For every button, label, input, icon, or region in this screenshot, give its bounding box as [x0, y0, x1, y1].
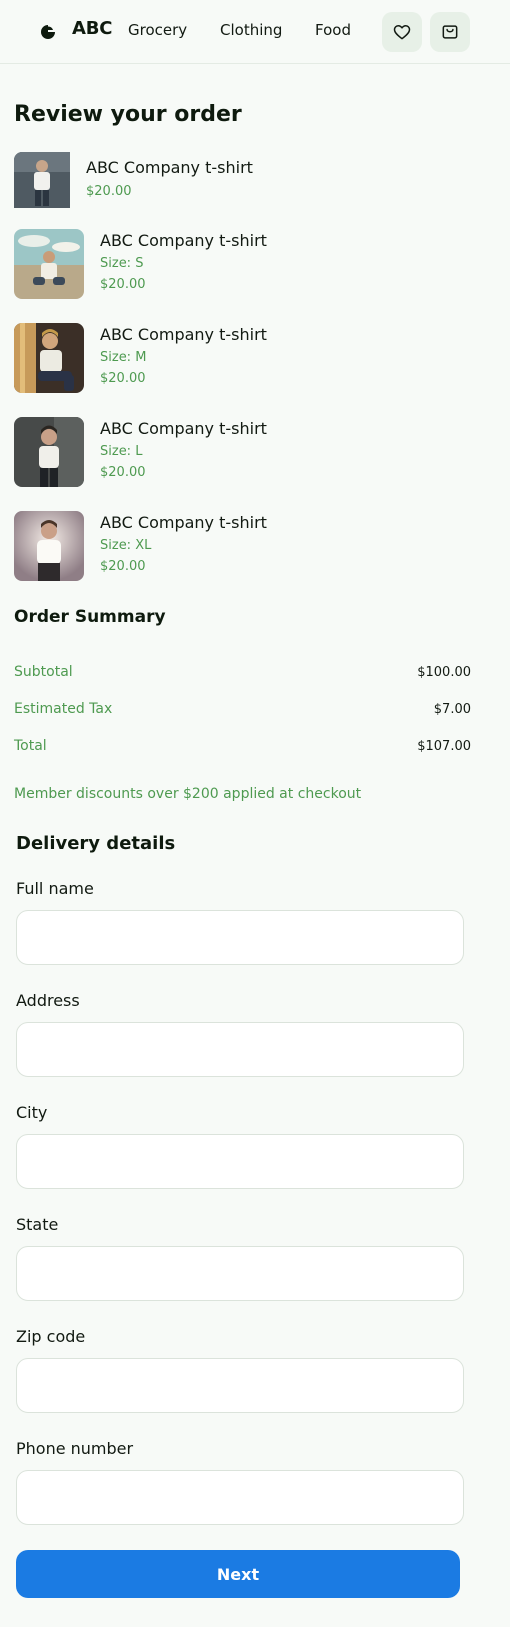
item-size: Size: S [100, 256, 144, 271]
zip-code-input[interactable] [16, 1358, 464, 1413]
item-name: ABC Company t-shirt [86, 158, 253, 177]
item-price: $20.00 [100, 465, 146, 480]
delivery-title: Delivery details [16, 833, 176, 854]
item-price: $20.00 [100, 277, 146, 292]
product-image [14, 323, 84, 393]
tax-label: Estimated Tax [14, 701, 113, 717]
nav-grocery[interactable]: Grocery [128, 21, 187, 39]
order-item: ABC Company t-shirt $20.00 [14, 152, 474, 222]
address-input[interactable] [16, 1022, 464, 1077]
order-item: ABC Company t-shirt Size: L $20.00 [14, 417, 474, 487]
total-label: Total [14, 738, 47, 754]
order-item: ABC Company t-shirt Size: S $20.00 [14, 229, 474, 299]
phone-number-label: Phone number [16, 1439, 134, 1458]
logo-icon [41, 25, 55, 39]
item-price: $20.00 [100, 371, 146, 386]
subtotal-label: Subtotal [14, 664, 73, 680]
full-name-label: Full name [16, 879, 94, 898]
review-title: Review your order [14, 102, 242, 127]
order-item: ABC Company t-shirt Size: M $20.00 [14, 323, 474, 393]
next-button[interactable]: Next [16, 1550, 460, 1598]
item-name: ABC Company t-shirt [100, 231, 267, 250]
product-image [14, 152, 84, 222]
item-name: ABC Company t-shirt [100, 513, 267, 532]
item-name: ABC Company t-shirt [100, 419, 267, 438]
zip-code-label: Zip code [16, 1327, 86, 1346]
city-input[interactable] [16, 1134, 464, 1189]
nav-food[interactable]: Food [315, 21, 351, 39]
state-input[interactable] [16, 1246, 464, 1301]
nav-clothing[interactable]: Clothing [220, 21, 282, 39]
product-image [14, 229, 84, 299]
item-price: $20.00 [86, 184, 132, 199]
top-nav-bar: ABC Grocery Clothing Food [0, 0, 510, 64]
item-size: Size: L [100, 444, 143, 459]
member-discount-note: Member discounts over $200 applied at ch… [14, 786, 362, 802]
total-value: $107.00 [417, 739, 471, 754]
tax-value: $7.00 [433, 702, 471, 717]
cart-button[interactable] [430, 12, 470, 52]
product-image [14, 511, 84, 581]
cart-icon [442, 25, 458, 39]
product-image [14, 417, 84, 487]
summary-title: Order Summary [14, 607, 166, 627]
item-name: ABC Company t-shirt [100, 325, 267, 344]
heart-icon [393, 25, 411, 40]
subtotal-value: $100.00 [417, 665, 471, 680]
order-item: ABC Company t-shirt Size: XL $20.00 [14, 511, 474, 581]
item-size: Size: XL [100, 538, 152, 553]
address-label: Address [16, 991, 80, 1010]
wishlist-button[interactable] [382, 12, 422, 52]
brand-name[interactable]: ABC [72, 18, 112, 39]
city-label: City [16, 1103, 48, 1122]
state-label: State [16, 1215, 59, 1234]
full-name-input[interactable] [16, 910, 464, 965]
item-size: Size: M [100, 350, 147, 365]
item-price: $20.00 [100, 559, 146, 574]
phone-number-input[interactable] [16, 1470, 464, 1525]
